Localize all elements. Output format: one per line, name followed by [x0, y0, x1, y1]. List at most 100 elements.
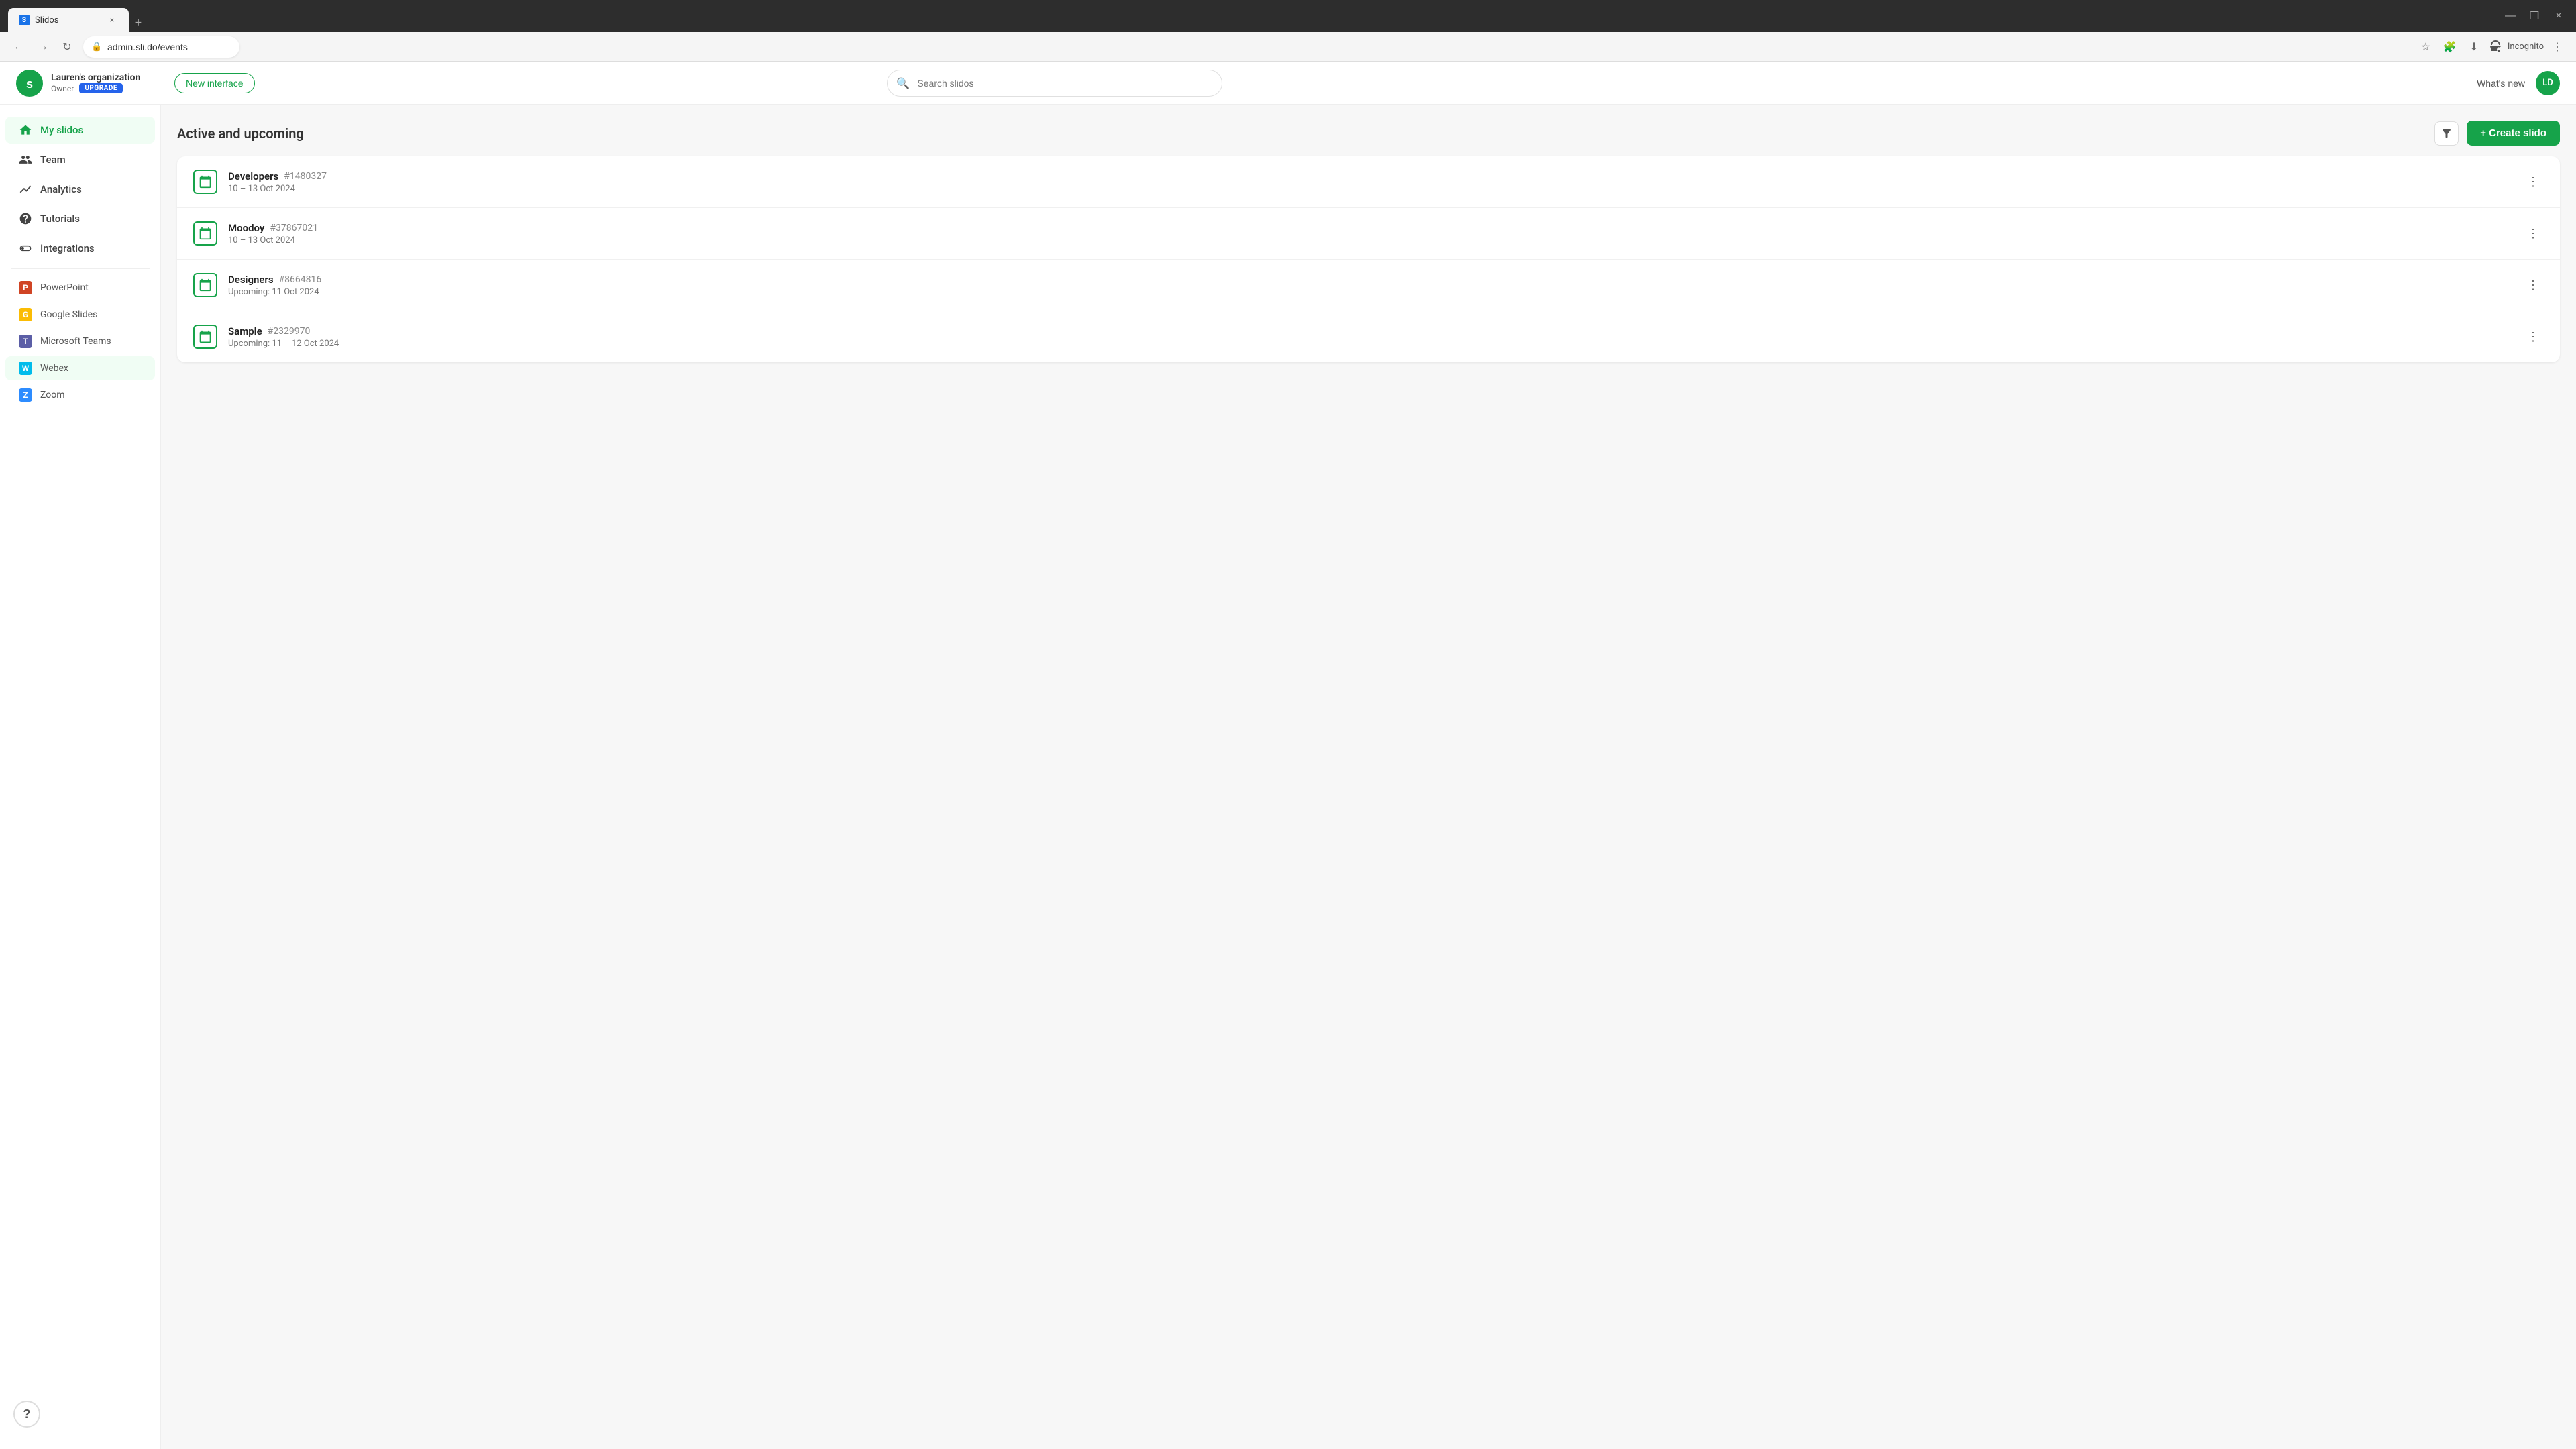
browser-chrome: S Slidos × + — ❐ × [0, 0, 2576, 32]
upgrade-badge[interactable]: UPGRADE [79, 83, 123, 93]
sidebar-item-microsoft-teams[interactable]: T Microsoft Teams [5, 329, 155, 354]
nav-right: What's new LD [2477, 71, 2560, 95]
sidebar-item-analytics[interactable]: Analytics [5, 176, 155, 203]
event-date: Upcoming: 11 – 12 Oct 2024 [228, 339, 2512, 349]
top-nav: s Lauren's organization Owner UPGRADE Ne… [0, 62, 2576, 105]
browser-tab[interactable]: S Slidos × [8, 8, 129, 32]
filter-btn[interactable] [2434, 121, 2459, 146]
microsoft-teams-icon: T [19, 335, 32, 348]
slido-logo: s [16, 70, 43, 97]
org-info: Lauren's organization Owner UPGRADE [51, 72, 140, 93]
sidebar-item-my-slidos[interactable]: My slidos [5, 117, 155, 144]
reload-btn[interactable]: ↻ [56, 36, 78, 58]
event-calendar-icon [193, 273, 217, 297]
bookmark-btn[interactable]: ☆ [2415, 36, 2436, 58]
tab-close-btn[interactable]: × [106, 14, 118, 26]
menu-btn[interactable]: ⋮ [2546, 36, 2568, 58]
sidebar: My slidos Team Analytics Tutorials [0, 105, 161, 1449]
section-title: Active and upcoming [177, 125, 304, 142]
zoom-label: Zoom [40, 390, 65, 400]
event-date: 10 – 13 Oct 2024 [228, 235, 2512, 246]
window-close-btn[interactable]: × [2549, 7, 2568, 25]
sidebar-item-integrations[interactable]: Integrations [5, 235, 155, 262]
event-name: Sample [228, 325, 262, 337]
sidebar-item-powerpoint[interactable]: P PowerPoint [5, 276, 155, 300]
google-slides-icon: G [19, 308, 32, 321]
sidebar-item-tutorials[interactable]: Tutorials [5, 205, 155, 232]
sidebar-item-google-slides[interactable]: G Google Slides [5, 303, 155, 327]
my-slidos-label: My slidos [40, 124, 83, 136]
svg-text:s: s [26, 76, 33, 90]
tab-favicon: S [19, 15, 30, 25]
org-name: Lauren's organization [51, 72, 140, 83]
event-name-row: Developers #1480327 [228, 170, 2512, 182]
download-btn[interactable]: ⬇ [2463, 36, 2485, 58]
zoom-icon: Z [19, 388, 32, 402]
address-input-wrap: 🔒 [83, 36, 2410, 58]
analytics-icon [19, 182, 32, 196]
team-icon [19, 153, 32, 166]
event-info: Developers #1480327 10 – 13 Oct 2024 [228, 170, 2512, 194]
owner-row: Owner UPGRADE [51, 83, 140, 93]
addr-right-icons: ☆ 🧩 ⬇ Incognito ⋮ [2415, 36, 2568, 58]
help-btn[interactable]: ? [13, 1401, 40, 1428]
logo-area: s Lauren's organization Owner UPGRADE [16, 70, 164, 97]
event-name-row: Sample #2329970 [228, 325, 2512, 337]
extensions-btn[interactable]: 🧩 [2439, 36, 2461, 58]
event-calendar-icon [193, 221, 217, 246]
address-input[interactable] [83, 36, 239, 58]
event-more-btn[interactable]: ⋮ [2522, 223, 2544, 244]
event-info: Moodoy #37867021 10 – 13 Oct 2024 [228, 222, 2512, 246]
table-row[interactable]: Developers #1480327 10 – 13 Oct 2024 ⋮ [177, 156, 2560, 208]
new-interface-btn[interactable]: New interface [174, 73, 255, 93]
my-slidos-icon [19, 123, 32, 137]
analytics-label: Analytics [40, 183, 82, 195]
search-input[interactable] [887, 70, 1222, 97]
event-more-btn[interactable]: ⋮ [2522, 274, 2544, 296]
table-row[interactable]: Designers #8664816 Upcoming: 11 Oct 2024… [177, 260, 2560, 311]
integrations-icon [19, 241, 32, 255]
event-id: #37867021 [270, 223, 318, 233]
powerpoint-icon: P [19, 281, 32, 294]
tutorials-label: Tutorials [40, 213, 80, 225]
event-date: Upcoming: 11 Oct 2024 [228, 287, 2512, 297]
tab-bar: S Slidos × + [8, 0, 2490, 32]
event-info: Designers #8664816 Upcoming: 11 Oct 2024 [228, 274, 2512, 297]
header-actions: + Create slido [2434, 121, 2560, 146]
address-bar-row: ← → ↻ 🔒 ☆ 🧩 ⬇ Incognito ⋮ [0, 32, 2576, 62]
events-list: Developers #1480327 10 – 13 Oct 2024 ⋮ M… [177, 156, 2560, 362]
whats-new-btn[interactable]: What's new [2477, 78, 2525, 89]
incognito-badge: Incognito [2487, 39, 2544, 55]
window-controls: — ❐ × [2501, 7, 2568, 25]
minimize-btn[interactable]: — [2501, 7, 2520, 25]
event-name-row: Designers #8664816 [228, 274, 2512, 286]
main-layout: My slidos Team Analytics Tutorials [0, 105, 2576, 1449]
event-name: Designers [228, 274, 274, 286]
avatar[interactable]: LD [2536, 71, 2560, 95]
search-icon: 🔍 [896, 76, 910, 89]
app-container: s Lauren's organization Owner UPGRADE Ne… [0, 62, 2576, 1449]
forward-btn[interactable]: → [32, 36, 54, 58]
integrations-label: Integrations [40, 242, 95, 254]
table-row[interactable]: Moodoy #37867021 10 – 13 Oct 2024 ⋮ [177, 208, 2560, 260]
search-bar: 🔍 [887, 70, 1222, 97]
create-slido-btn[interactable]: + Create slido [2467, 121, 2560, 146]
table-row[interactable]: Sample #2329970 Upcoming: 11 – 12 Oct 20… [177, 311, 2560, 362]
event-id: #8664816 [279, 274, 322, 285]
new-tab-btn[interactable]: + [129, 13, 148, 32]
section-header: Active and upcoming + Create slido [177, 121, 2560, 146]
restore-btn[interactable]: ❐ [2525, 7, 2544, 25]
incognito-icon [2487, 39, 2504, 55]
event-more-btn[interactable]: ⋮ [2522, 326, 2544, 347]
back-btn[interactable]: ← [8, 36, 30, 58]
event-more-btn[interactable]: ⋮ [2522, 171, 2544, 193]
event-id: #1480327 [284, 171, 327, 182]
main-content: Active and upcoming + Create slido [161, 105, 2576, 1449]
event-id: #2329970 [268, 326, 311, 337]
sidebar-item-team[interactable]: Team [5, 146, 155, 173]
sidebar-item-zoom[interactable]: Z Zoom [5, 383, 155, 407]
sidebar-item-webex[interactable]: W Webex [5, 356, 155, 380]
event-info: Sample #2329970 Upcoming: 11 – 12 Oct 20… [228, 325, 2512, 349]
webex-label: Webex [40, 363, 68, 374]
lock-icon: 🔒 [91, 42, 102, 52]
